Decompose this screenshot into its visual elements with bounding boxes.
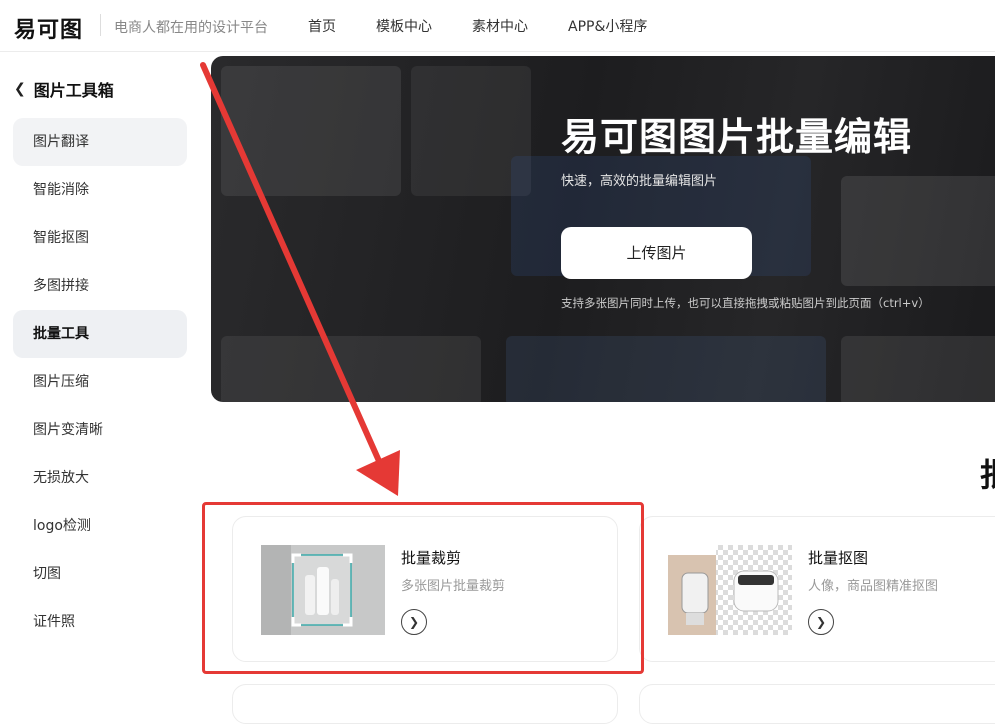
- tool-card-partial[interactable]: [639, 684, 995, 724]
- sidebar-item-cutout[interactable]: 智能抠图: [13, 214, 187, 262]
- hero-bg-tile: [221, 66, 401, 196]
- sidebar-item-upscale[interactable]: 无损放大: [13, 454, 187, 502]
- sidebar-item-id-photo[interactable]: 证件照: [13, 598, 187, 646]
- upload-hint: 支持多张图片同时上传，也可以直接拖拽或粘贴图片到此页面（ctrl+v）: [561, 296, 930, 310]
- section-heading: 批: [980, 450, 995, 496]
- sidebar: ❮ 图片工具箱 图片翻译 智能消除 智能抠图 多图拼接 批量工具 图片压缩 图片…: [0, 53, 200, 695]
- upload-button[interactable]: 上传图片: [561, 227, 752, 279]
- nav-app[interactable]: APP&小程序: [568, 16, 647, 36]
- sidebar-item-translate[interactable]: 图片翻译: [13, 118, 187, 166]
- batch-cutout-thumbnail: [668, 545, 792, 635]
- sidebar-item-slice[interactable]: 切图: [13, 550, 187, 598]
- hero-bg-tile: [841, 176, 995, 286]
- nav-templates[interactable]: 模板中心: [376, 16, 432, 36]
- sidebar-item-sharpen[interactable]: 图片变清晰: [13, 406, 187, 454]
- logo-divider: [100, 14, 101, 36]
- annotation-highlight-box: [202, 502, 644, 674]
- sidebar-title: 图片工具箱: [33, 81, 114, 100]
- card-title: 批量抠图: [808, 549, 869, 567]
- nav-materials[interactable]: 素材中心: [472, 16, 528, 36]
- sidebar-item-batch[interactable]: 批量工具: [13, 310, 187, 358]
- hero-bg-tile: [221, 336, 481, 402]
- brand-logo[interactable]: 易可图: [14, 12, 83, 44]
- hero-title: 易可图图片批量编辑: [561, 115, 913, 159]
- sidebar-item-compress[interactable]: 图片压缩: [13, 358, 187, 406]
- nav-home[interactable]: 首页: [308, 16, 336, 36]
- chevron-left-icon[interactable]: ❮: [14, 81, 26, 97]
- top-nav-bar: 易可图 电商人都在用的设计平台 首页 模板中心 素材中心 APP&小程序: [0, 0, 995, 52]
- hero-bg-tile: [506, 336, 826, 402]
- sidebar-item-logo-detect[interactable]: logo检测: [13, 502, 187, 550]
- tool-card-batch-cutout[interactable]: 批量抠图 人像，商品图精准抠图 ❯: [639, 516, 995, 662]
- sidebar-item-erase[interactable]: 智能消除: [13, 166, 187, 214]
- card-description: 人像，商品图精准抠图: [808, 579, 939, 594]
- brand-slogan: 电商人都在用的设计平台: [114, 20, 268, 36]
- sidebar-header[interactable]: ❮ 图片工具箱: [14, 77, 114, 101]
- chevron-right-icon[interactable]: ❯: [808, 609, 834, 635]
- tool-card-partial[interactable]: [232, 684, 618, 724]
- sidebar-item-stitch[interactable]: 多图拼接: [13, 262, 187, 310]
- hero-bg-tile: [841, 336, 995, 402]
- hero-banner: 易可图图片批量编辑 快速，高效的批量编辑图片 上传图片 支持多张图片同时上传，也…: [211, 56, 995, 402]
- hero-subtitle: 快速，高效的批量编辑图片: [561, 174, 718, 189]
